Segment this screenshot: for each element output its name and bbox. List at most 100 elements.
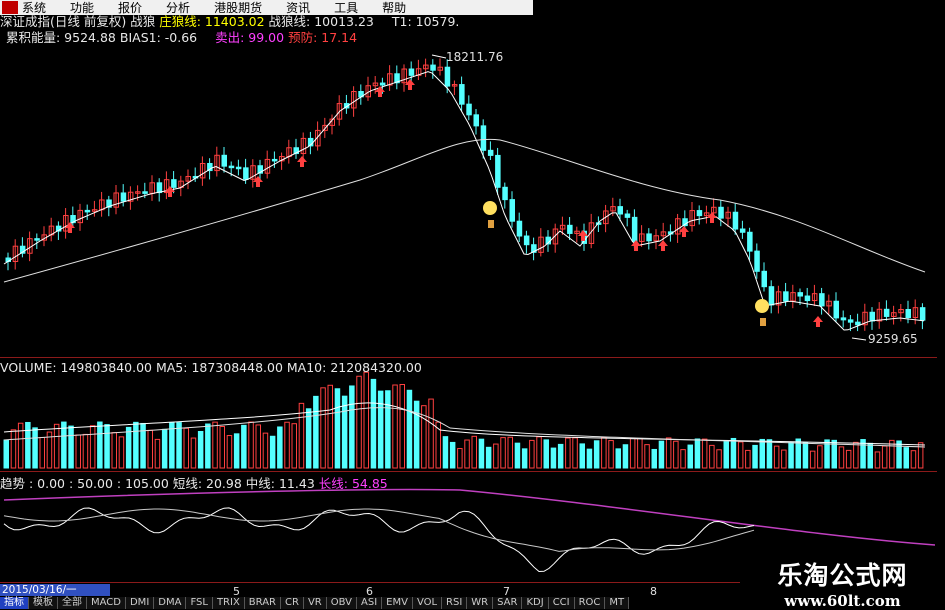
candle-body xyxy=(487,149,494,156)
volume-bar xyxy=(17,422,24,469)
volume-bar xyxy=(61,421,67,469)
volume-bar xyxy=(788,441,794,469)
candle-body xyxy=(235,166,242,170)
volume-bar xyxy=(802,442,809,469)
volume-bar xyxy=(161,428,168,469)
candle-body xyxy=(84,209,91,213)
candle-body xyxy=(243,167,249,180)
indicator-tab[interactable]: RSI xyxy=(442,597,468,609)
volume-bar xyxy=(262,432,269,469)
candle-body xyxy=(567,224,573,234)
buy-arrow-icon xyxy=(375,86,385,97)
buy-arrow-icon xyxy=(813,316,823,327)
low-price-label: 9259.65 xyxy=(868,332,918,346)
indicator-tab[interactable]: VR xyxy=(303,597,327,609)
volume-bar xyxy=(428,398,434,469)
indicator-tab[interactable]: KDJ xyxy=(522,597,549,609)
candle-body xyxy=(408,68,415,76)
volume-bar xyxy=(10,429,17,469)
short-line-value: 短线: 20.98 xyxy=(172,476,242,491)
indicator-tab[interactable]: DMI xyxy=(125,597,155,609)
candle-body xyxy=(732,211,739,230)
indicator-tab[interactable]: OBV xyxy=(326,597,357,609)
indicator-tab[interactable]: MACD xyxy=(87,597,126,609)
volume-bar xyxy=(766,439,773,469)
indicator-tab[interactable]: EMV xyxy=(382,597,413,609)
volume-bar xyxy=(277,426,283,469)
volume-bar xyxy=(694,438,701,469)
volume-bar xyxy=(147,429,153,469)
volume-bar xyxy=(651,448,657,469)
volume-bar xyxy=(82,433,89,469)
cursor-date-box: 2015/03/16/一 xyxy=(0,584,110,596)
volume-bar xyxy=(781,449,787,469)
volume-bar xyxy=(212,421,218,469)
trend-values: 趋势 : 0.00 : 50.00 : 105.00 xyxy=(0,476,169,491)
candle-body xyxy=(502,186,508,201)
indicator-tab[interactable]: MT xyxy=(605,597,630,609)
candle-body xyxy=(271,158,278,162)
kline-chart[interactable] xyxy=(0,0,945,609)
volume-bar xyxy=(637,437,643,469)
volume-bar xyxy=(543,439,549,469)
volume-bar xyxy=(601,436,607,469)
low-marker-line xyxy=(851,337,867,341)
indicator-tab[interactable]: ROC xyxy=(574,597,606,609)
volume-bar xyxy=(241,424,247,469)
volume-bar xyxy=(709,444,715,469)
volume-bar xyxy=(644,444,650,469)
volume-bar xyxy=(385,390,391,469)
volume-bar xyxy=(557,443,564,469)
candle-body xyxy=(855,321,861,326)
indicator-tab[interactable]: TRIX xyxy=(212,597,245,609)
volume-bar xyxy=(327,384,333,469)
candle-body xyxy=(840,317,847,321)
indicator-tab[interactable]: DMA xyxy=(154,597,187,609)
volume-bar xyxy=(838,446,845,469)
mid-term-line xyxy=(3,508,755,552)
indicator-tab[interactable]: 指标 xyxy=(0,597,29,609)
candle-body xyxy=(509,199,515,222)
volume-bar xyxy=(536,436,542,469)
volume-bar xyxy=(737,441,744,469)
indicator-tab[interactable]: ASI xyxy=(357,597,383,609)
candle-body xyxy=(804,295,811,302)
indicator-tab[interactable]: CCI xyxy=(548,597,575,609)
volume-bar xyxy=(493,443,499,469)
indicator-tab[interactable]: CR xyxy=(281,597,304,609)
indicator-tab[interactable]: 全部 xyxy=(58,597,87,609)
volume-bar xyxy=(867,442,873,469)
volume-bar xyxy=(680,449,686,469)
candle-body xyxy=(631,216,638,242)
indicator-tab[interactable]: SAR xyxy=(493,597,523,609)
volume-bar xyxy=(190,437,197,469)
indicator-tab[interactable]: WR xyxy=(467,597,494,609)
volume-bar xyxy=(665,437,672,469)
indicator-header: 趋势 : 0.00 : 50.00 : 105.00 短线: 20.98 中线:… xyxy=(0,473,388,492)
candle-body xyxy=(228,165,235,169)
volume-bar xyxy=(363,371,369,469)
volume-bar xyxy=(269,435,276,469)
indicator-tab[interactable]: 模板 xyxy=(29,597,58,609)
volume-bar xyxy=(809,450,816,469)
volume-bar xyxy=(39,436,45,469)
volume-bar xyxy=(608,440,614,469)
volume-bar xyxy=(97,421,103,469)
candle-body xyxy=(905,308,911,319)
vol-ma5-value: MA5: 187308448.00 xyxy=(155,360,283,375)
candle-body xyxy=(783,291,789,302)
volume-bar xyxy=(471,435,477,469)
volume-bar xyxy=(853,441,859,469)
ma-long-line xyxy=(3,138,926,283)
volume-bar xyxy=(370,378,377,469)
volume-header: VOLUME: 149803840.00 MA5: 187308448.00 M… xyxy=(0,360,422,375)
candle-body xyxy=(919,307,926,321)
signal-marker-icon xyxy=(760,318,766,326)
indicator-tab[interactable]: BRAR xyxy=(244,597,281,609)
volume-bar xyxy=(881,445,888,469)
indicator-tab[interactable]: VOL xyxy=(412,597,443,609)
high-marker-line xyxy=(431,54,447,59)
volume-bar xyxy=(464,439,470,469)
volume-bar xyxy=(716,449,722,469)
indicator-tab[interactable]: FSL xyxy=(186,597,213,609)
